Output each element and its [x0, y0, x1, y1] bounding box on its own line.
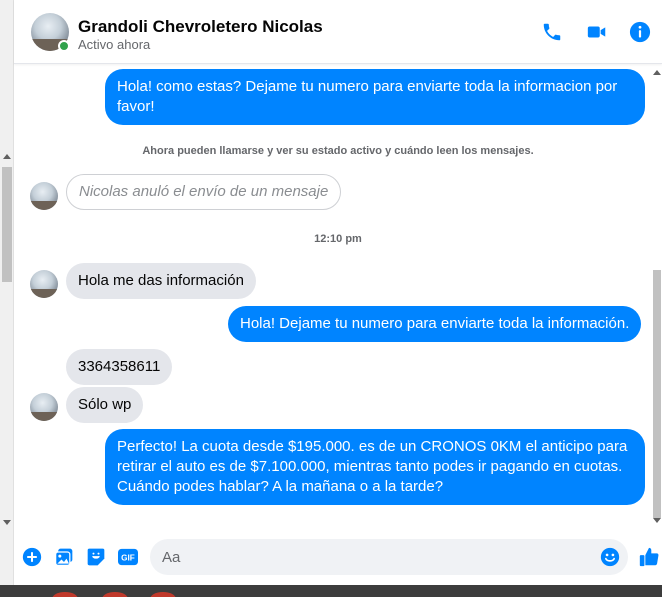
contact-avatar-small[interactable]	[30, 270, 58, 298]
taskbar-app-icon[interactable]	[102, 592, 128, 597]
scroll-up-arrow[interactable]	[653, 70, 661, 75]
image-icon[interactable]	[53, 546, 75, 568]
left-scrollbar[interactable]	[0, 0, 14, 597]
message-scrollbar[interactable]	[652, 64, 662, 534]
message-timestamp: 12:10 pm	[314, 233, 362, 245]
sticker-icon[interactable]	[85, 546, 107, 568]
chat-header: Grandoli Chevroletero Nicolas Activo aho…	[14, 0, 662, 64]
unsent-message-notice: Nicolas anuló el envío de un mensaje	[66, 174, 342, 210]
incoming-message[interactable]: 3364358611	[66, 349, 173, 385]
thumbs-up-icon[interactable]	[638, 546, 660, 568]
contact-name[interactable]: Grandoli Chevroletero Nicolas	[78, 17, 323, 37]
outgoing-message[interactable]: Hola! Dejame tu numero para enviarte tod…	[228, 306, 642, 342]
scrollbar-thumb[interactable]	[653, 270, 661, 518]
contact-status: Activo ahora	[78, 37, 151, 52]
taskbar-app-icon[interactable]	[150, 592, 176, 597]
scrollbar-thumb[interactable]	[2, 167, 12, 282]
scroll-down-arrow[interactable]	[3, 520, 11, 525]
scroll-up-arrow[interactable]	[3, 154, 11, 159]
message-input[interactable]	[162, 539, 582, 575]
video-camera-icon[interactable]	[585, 20, 609, 44]
gif-label: GIF	[121, 554, 135, 563]
outgoing-message[interactable]: Hola! como estas? Dejame tu numero para …	[105, 69, 645, 125]
online-status-dot	[58, 40, 70, 52]
scroll-down-arrow[interactable]	[653, 518, 661, 523]
taskbar	[0, 585, 662, 597]
gif-icon[interactable]: GIF	[116, 546, 140, 568]
message-composer: GIF	[14, 534, 662, 580]
phone-icon[interactable]	[540, 20, 564, 44]
outgoing-message[interactable]: Perfecto! La cuota desde $195.000. es de…	[105, 429, 645, 505]
incoming-message[interactable]: Sólo wp	[66, 387, 144, 423]
plus-icon[interactable]	[21, 546, 43, 568]
taskbar-app-icon[interactable]	[52, 592, 78, 597]
incoming-message[interactable]: Hola me das información	[66, 263, 256, 299]
contact-avatar-small[interactable]	[30, 393, 58, 421]
emoji-icon[interactable]	[600, 547, 620, 567]
contact-avatar-small[interactable]	[30, 182, 58, 210]
message-input-box[interactable]	[150, 539, 628, 575]
system-notice: Ahora pueden llamarse y ver su estado ac…	[142, 145, 534, 157]
info-icon[interactable]	[628, 20, 652, 44]
